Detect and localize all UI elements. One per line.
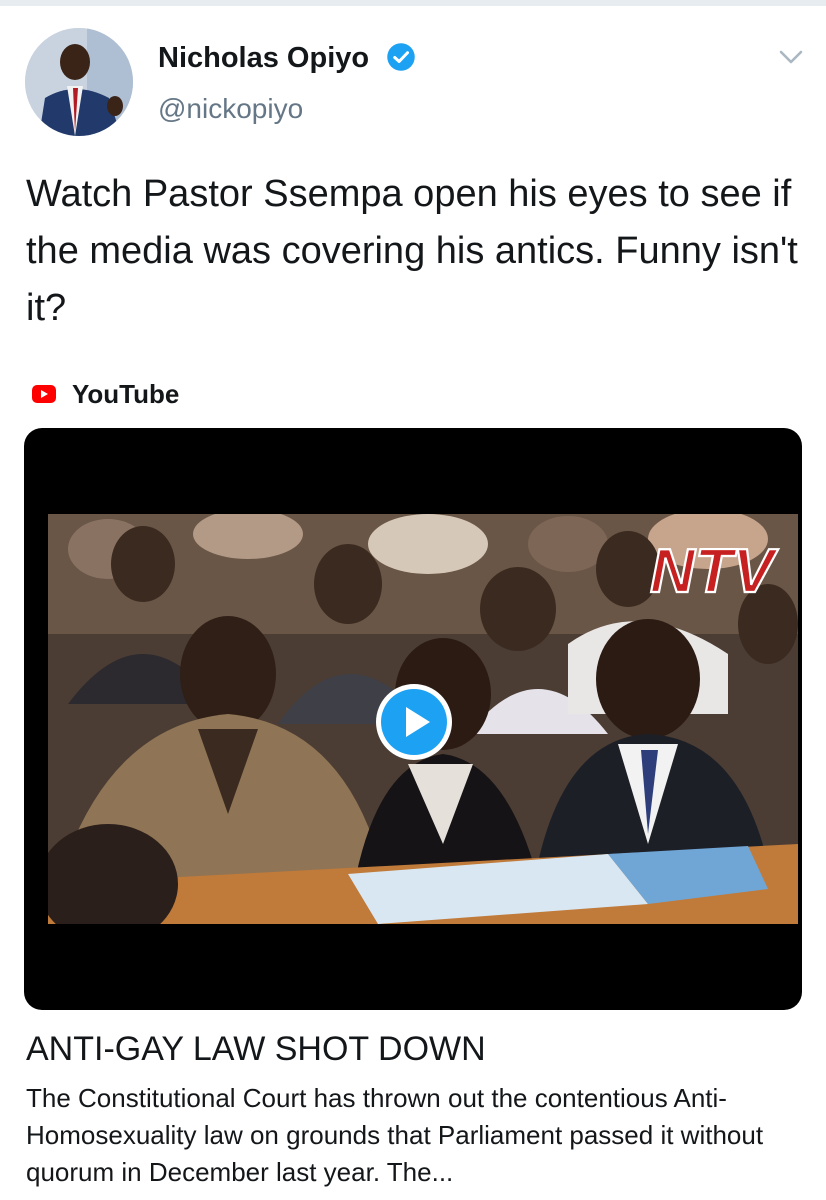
play-icon[interactable] bbox=[374, 682, 454, 762]
youtube-icon bbox=[32, 385, 56, 403]
author-handle[interactable]: @nickopiyo bbox=[158, 92, 303, 126]
top-divider bbox=[0, 0, 826, 6]
video-player[interactable]: NTV bbox=[24, 428, 802, 1010]
source-label: YouTube bbox=[72, 378, 180, 409]
verified-badge-icon bbox=[387, 43, 415, 71]
author-name[interactable]: Nicholas Opiyo bbox=[158, 40, 369, 76]
card-description: The Constitutional Court has thrown out … bbox=[26, 1083, 764, 1187]
card-source: YouTube bbox=[30, 376, 179, 412]
chevron-down-icon[interactable] bbox=[776, 46, 806, 68]
avatar[interactable] bbox=[25, 28, 133, 136]
tweet-text: Watch Pastor Ssempa open his eyes to see… bbox=[26, 173, 798, 329]
card-title[interactable]: ANTI-GAY LAW SHOT DOWN bbox=[26, 1028, 486, 1070]
ntv-logo: NTV bbox=[650, 537, 779, 606]
